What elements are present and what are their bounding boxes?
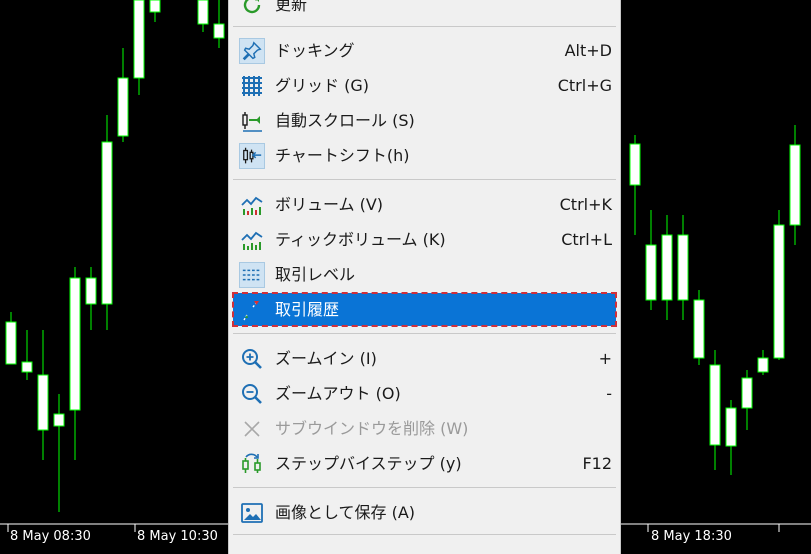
menu-item-shortcut: + xyxy=(598,349,612,368)
candle-body xyxy=(757,357,769,373)
candle-body xyxy=(629,143,641,186)
candle-body xyxy=(661,234,673,301)
chart-shift-icon xyxy=(239,143,265,169)
candle-body xyxy=(677,234,689,301)
menu-item-zoom-out[interactable]: ズームアウト (O) - xyxy=(233,377,616,410)
menu-item-shortcut: Ctrl+K xyxy=(559,195,612,214)
menu-item-label: ドッキング xyxy=(275,41,355,60)
menu-item-shortcut: Alt+D xyxy=(564,41,612,60)
candle-body xyxy=(149,0,161,13)
menu-item-shortcut: Ctrl+G xyxy=(557,76,612,95)
menu-separator xyxy=(233,26,616,27)
time-axis-label: 8 May 08:30 xyxy=(10,529,91,544)
menu-item-autoscroll[interactable]: 自動スクロール (S) xyxy=(233,104,616,137)
candle-body xyxy=(725,407,737,447)
menu-item-zoom-in[interactable]: ズームイン (I) + xyxy=(233,342,616,375)
menu-separator xyxy=(233,534,616,535)
menu-item-label: ボリューム (V) xyxy=(275,195,384,214)
candle-body xyxy=(117,77,129,137)
menu-item-docking[interactable]: ドッキング Alt+D xyxy=(233,34,616,67)
menu-separator xyxy=(233,333,616,334)
candle-body xyxy=(213,23,225,39)
menu-item-chart-shift[interactable]: チャートシフト(h) xyxy=(233,139,616,172)
menu-item-label: 更新 xyxy=(275,0,308,14)
menu-item-trade-history[interactable]: 取引履歴 xyxy=(232,292,617,327)
context-menu: 更新 ドッキング Alt+D グリッド (G) Ctrl+G 自動スクロール (… xyxy=(228,0,621,554)
menu-item-label: ズームアウト (O) xyxy=(275,384,401,403)
candle-body xyxy=(789,144,801,226)
volume-icon xyxy=(239,192,265,218)
pin-icon xyxy=(239,38,265,64)
menu-item-shortcut: Ctrl+L xyxy=(561,230,612,249)
candle-body xyxy=(709,364,721,446)
candle-body xyxy=(5,321,17,365)
autoscroll-icon xyxy=(239,108,265,134)
menu-item-trade-levels[interactable]: 取引レベル xyxy=(233,258,616,291)
menu-item-label: 自動スクロール (S) xyxy=(275,111,415,130)
menu-item-label: サブウインドウを削除 (W) xyxy=(275,419,469,438)
zoom-in-icon xyxy=(239,346,265,372)
menu-item-label: 画像として保存 (A) xyxy=(275,503,416,522)
menu-item-shortcut: F12 xyxy=(582,454,612,473)
menu-item-label: ステップバイステップ (y) xyxy=(275,454,462,473)
menu-item-shortcut: - xyxy=(606,384,612,403)
candle-body xyxy=(53,413,65,427)
menu-item-save-image[interactable]: 画像として保存 (A) xyxy=(233,496,616,529)
menu-item-label: グリッド (G) xyxy=(275,76,369,95)
candle-body xyxy=(741,377,753,409)
menu-item-label: ティックボリューム (K) xyxy=(275,230,446,249)
time-axis-label: 8 May 18:30 xyxy=(651,529,732,544)
close-icon xyxy=(239,416,265,442)
grid-icon xyxy=(239,73,265,99)
menu-separator xyxy=(233,179,616,180)
candle-body xyxy=(773,224,785,359)
zoom-out-icon xyxy=(239,381,265,407)
menu-item-refresh[interactable]: 更新 xyxy=(233,0,616,21)
candle-body xyxy=(693,299,705,359)
candle-body xyxy=(101,141,113,305)
menu-item-label: 取引履歴 xyxy=(275,300,340,319)
menu-item-remove-subwindow[interactable]: サブウインドウを削除 (W) xyxy=(233,412,616,445)
candle-body xyxy=(21,361,33,373)
image-icon xyxy=(239,500,265,526)
candle-body xyxy=(133,0,145,79)
time-axis-label: 8 May 10:30 xyxy=(137,529,218,544)
trade-levels-icon xyxy=(239,262,265,288)
candle-body xyxy=(197,0,209,25)
step-icon xyxy=(239,451,265,477)
menu-item-label: 取引レベル xyxy=(275,265,356,284)
menu-item-volume[interactable]: ボリューム (V) Ctrl+K xyxy=(233,188,616,221)
trade-history-icon xyxy=(239,297,265,323)
menu-item-tick-volume[interactable]: ティックボリューム (K) Ctrl+L xyxy=(233,223,616,256)
menu-item-step-by-step[interactable]: ステップバイステップ (y) F12 xyxy=(233,447,616,480)
candle-body xyxy=(37,374,49,431)
menu-item-label: チャートシフト(h) xyxy=(275,146,410,165)
menu-item-label: ズームイン (I) xyxy=(275,349,377,368)
menu-separator xyxy=(233,487,616,488)
candle-body xyxy=(85,277,97,305)
refresh-icon xyxy=(239,0,265,18)
candle-body xyxy=(645,244,657,301)
menu-item-grid[interactable]: グリッド (G) Ctrl+G xyxy=(233,69,616,102)
tick-volume-icon xyxy=(239,227,265,253)
candle-body xyxy=(69,277,81,411)
